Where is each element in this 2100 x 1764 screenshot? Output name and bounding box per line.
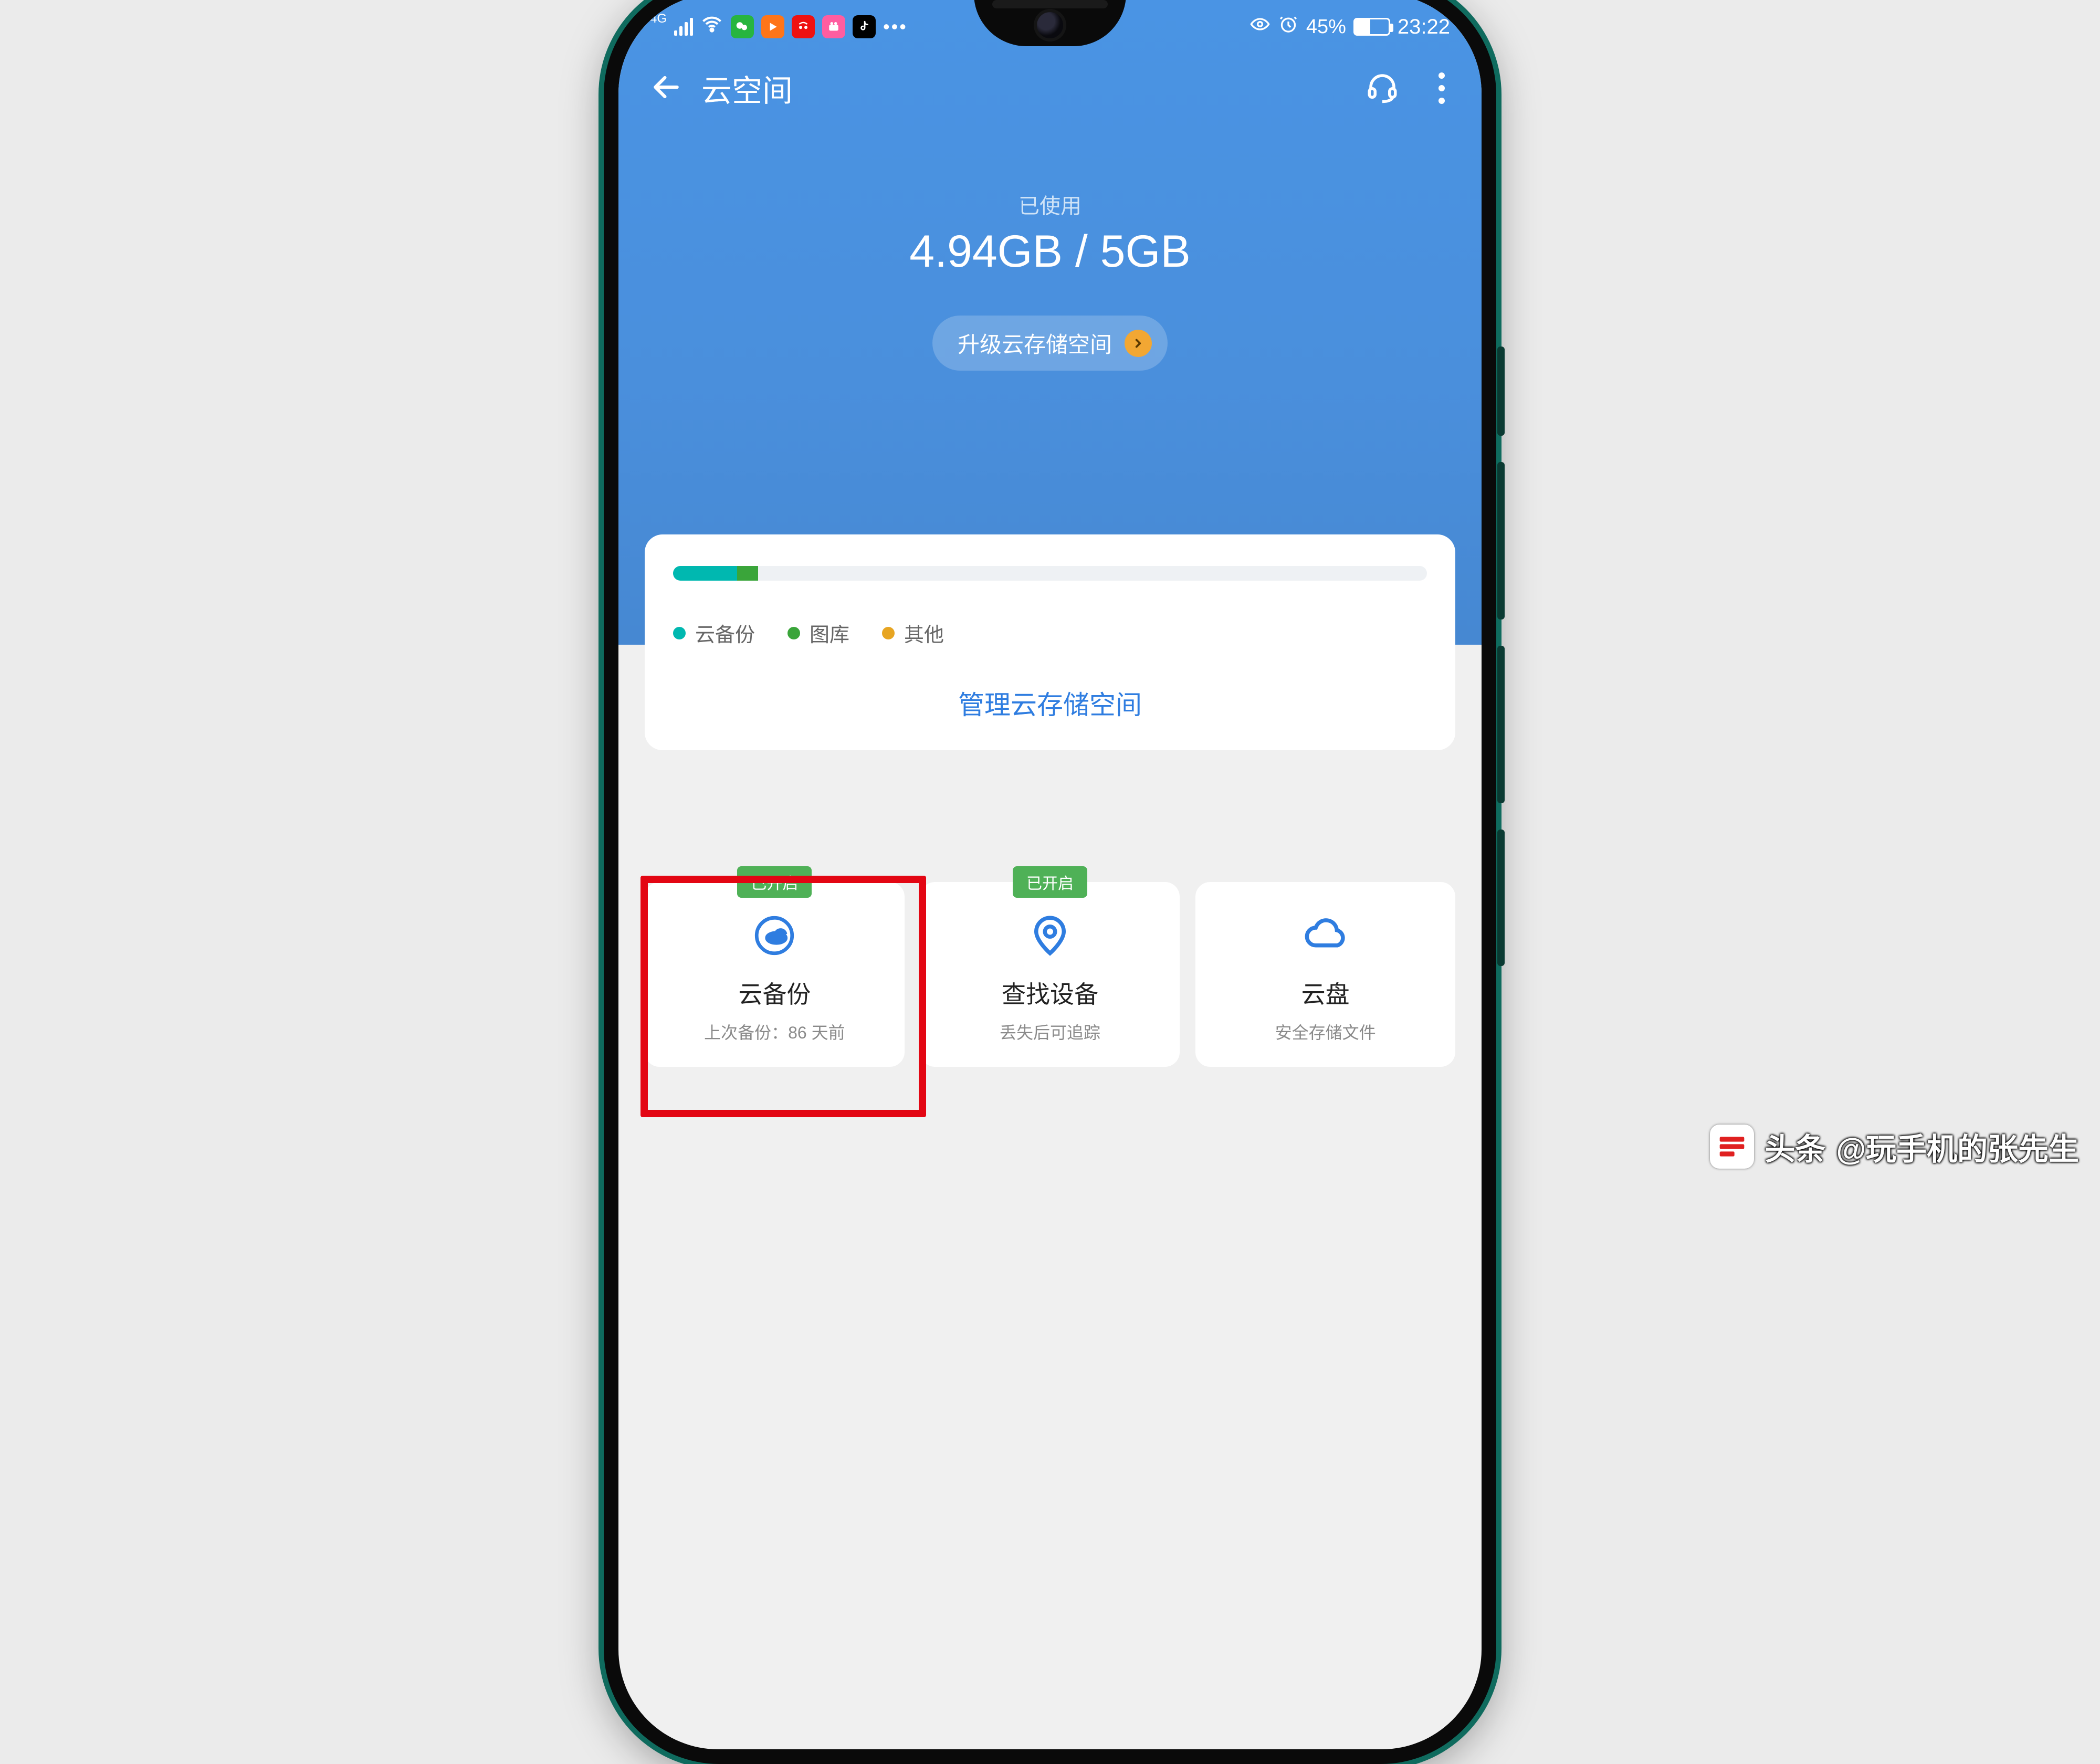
app-icon-orange (761, 15, 784, 38)
phone-frame: 4G (604, 0, 1496, 1764)
wifi-icon (700, 13, 723, 41)
volume-down-button (1497, 646, 1505, 803)
alarm-icon (1278, 14, 1299, 40)
legend-backup: 云备份 (673, 618, 755, 647)
watermark: 头条 @玩手机的张先生 (1710, 1125, 2079, 1169)
side-button (1497, 830, 1505, 966)
storage-bar (673, 566, 1427, 581)
legend-gallery: 图库 (788, 618, 849, 647)
network-label: 4G (650, 13, 667, 25)
tile-title: 云备份 (652, 975, 897, 1010)
tile-cloud-drive[interactable]: 云盘 安全存储文件 (1195, 882, 1455, 1067)
battery-icon (1353, 18, 1390, 36)
battery-percent: 45% (1306, 16, 1346, 38)
manage-storage-link[interactable]: 管理云存储空间 (673, 684, 1427, 722)
storage-breakdown-card: 云备份 图库 其他 管理云存储空间 (645, 534, 1455, 750)
tiktok-icon (853, 15, 876, 38)
chevron-right-icon (1125, 330, 1152, 357)
feature-tiles: 已开启 云备份 上次备份：86 天前 已开启 查找设备 丢失后可追踪 (618, 882, 1482, 1067)
tile-subtitle: 上次备份：86 天前 (652, 1020, 897, 1044)
tile-cloud-backup[interactable]: 已开启 云备份 上次备份：86 天前 (645, 882, 905, 1067)
app-icon-red (792, 15, 815, 38)
upgrade-label: 升级云存储空间 (958, 327, 1112, 359)
tile-subtitle: 丢失后可追踪 (928, 1020, 1173, 1044)
wechat-icon (731, 15, 754, 38)
screen: 4G (618, 0, 1482, 1749)
signal-icon (674, 18, 693, 36)
upgrade-storage-button[interactable]: 升级云存储空间 (932, 316, 1168, 371)
enabled-badge: 已开启 (737, 866, 812, 898)
speaker-grille (992, 0, 1108, 8)
more-notifications-icon: ••• (883, 16, 908, 38)
cloud-drive-icon (1203, 910, 1448, 961)
volume-up-button (1497, 462, 1505, 620)
app-icon-pink (822, 15, 845, 38)
tile-subtitle: 安全存储文件 (1203, 1020, 1448, 1044)
back-button[interactable] (650, 71, 682, 106)
support-icon[interactable] (1365, 70, 1400, 107)
usage-value: 4.94GB / 5GB (618, 226, 1482, 278)
legend-other: 其他 (882, 618, 944, 647)
usage-summary: 已使用 4.94GB / 5GB 升级云存储空间 (618, 189, 1482, 371)
page-title: 云空间 (701, 66, 1365, 110)
watermark-author: @玩手机的张先生 (1836, 1125, 2079, 1169)
more-menu-icon[interactable] (1433, 67, 1450, 109)
clock: 23:22 (1398, 15, 1450, 39)
toutiao-logo-icon (1710, 1125, 1754, 1169)
storage-bar-gallery (737, 566, 758, 581)
cloud-backup-icon (652, 910, 897, 961)
storage-bar-backup (673, 566, 737, 581)
nav-bar: 云空间 (618, 51, 1482, 121)
power-button (1497, 346, 1505, 436)
location-pin-icon (928, 910, 1173, 961)
tile-title: 云盘 (1203, 975, 1448, 1010)
tile-title: 查找设备 (928, 975, 1173, 1010)
usage-label: 已使用 (618, 189, 1482, 219)
eye-comfort-icon (1250, 14, 1270, 40)
enabled-badge: 已开启 (1013, 866, 1087, 898)
tile-find-device[interactable]: 已开启 查找设备 丢失后可追踪 (920, 882, 1180, 1067)
storage-legend: 云备份 图库 其他 (673, 618, 1427, 647)
watermark-brand: 头条 (1765, 1125, 1825, 1169)
